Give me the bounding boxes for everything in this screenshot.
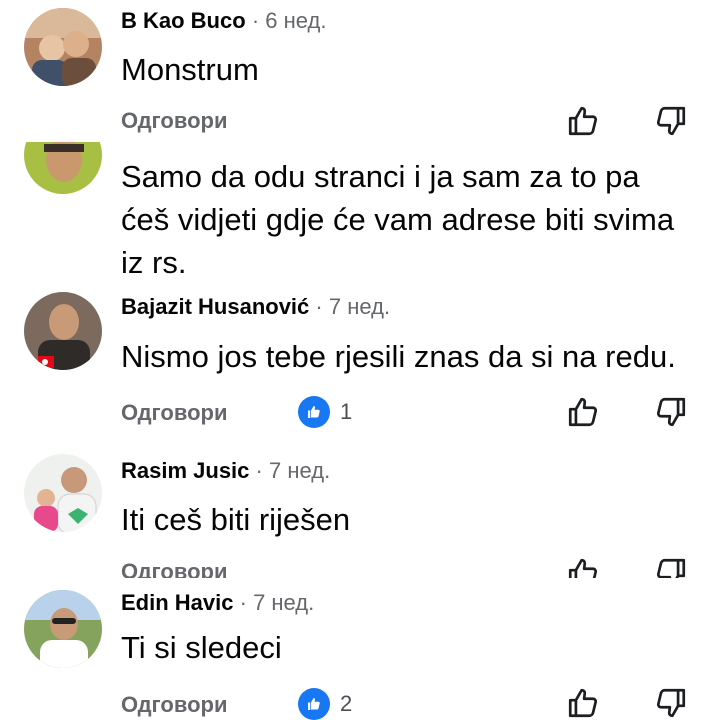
comment-text: Monstrum [121, 52, 259, 87]
like-badge-icon [298, 396, 330, 428]
avatar[interactable] [24, 142, 102, 194]
thumbs-down-icon[interactable] [654, 556, 688, 578]
avatar-photo [24, 142, 102, 194]
comment-text: Ti si sledeci [121, 630, 282, 665]
separator-dot: · [315, 294, 323, 319]
avatar-photo [24, 590, 102, 668]
comment-author[interactable]: Bajazit Husanović · 7 нед. [121, 294, 390, 320]
comment-text: Iti ceš biti riješen [121, 502, 351, 537]
separator-dot: · [255, 458, 263, 483]
reaction-summary[interactable]: 1 [298, 395, 352, 429]
thumbs-up-icon[interactable] [566, 556, 600, 578]
comment-4: Rasim Jusic · 7 нед. Iti ceš biti riješe… [0, 442, 720, 578]
comment-time[interactable]: 6 нед. [265, 8, 326, 33]
reaction-count: 1 [340, 399, 353, 424]
comment-1: B Kao Buco · 6 нед. Monstrum Одговори [0, 0, 720, 142]
comment-2: Samo da odu stranci i ja sam za to pa će… [0, 142, 720, 282]
reaction-summary[interactable]: 2 [298, 687, 352, 720]
comment-time[interactable]: 7 нед. [329, 294, 390, 319]
reply-button[interactable]: Одговори [121, 559, 227, 578]
reply-button[interactable]: Одговори [121, 108, 227, 134]
avatar[interactable] [24, 590, 102, 668]
comment-author[interactable]: Rasim Jusic · 7 нед. [121, 458, 330, 484]
avatar-photo [24, 454, 102, 532]
separator-dot: · [251, 8, 260, 33]
avatar[interactable] [24, 292, 102, 370]
comment-3: Bajazit Husanović · 7 нед. Nismo jos teb… [0, 282, 720, 442]
comment-text: Nismo jos tebe rjesili znas da si na red… [121, 339, 676, 374]
reaction-count: 2 [340, 691, 353, 716]
reply-button[interactable]: Одговори [121, 692, 227, 718]
separator-dot: · [239, 590, 247, 615]
comment-5: Edin Havic · 7 нед. Ti si sledeci Одгово… [0, 578, 720, 720]
avatar-photo [24, 292, 102, 370]
thumbs-down-icon[interactable] [654, 395, 688, 429]
avatar[interactable] [24, 454, 102, 532]
avatar[interactable] [24, 8, 102, 86]
comment-author[interactable]: B Kao Buco · 6 нед. [121, 8, 326, 34]
comment-time[interactable]: 7 нед. [253, 590, 314, 615]
comment-text: Samo da odu stranci i ja sam za to pa će… [121, 159, 675, 280]
comment-time[interactable]: 7 нед. [269, 458, 330, 483]
thumbs-down-icon[interactable] [654, 104, 688, 138]
avatar-photo [24, 8, 102, 86]
thumbs-up-icon[interactable] [566, 686, 600, 720]
reply-button[interactable]: Одговори [121, 400, 227, 426]
thumbs-up-icon[interactable] [566, 104, 600, 138]
like-badge-icon [298, 688, 330, 720]
thumbs-down-icon[interactable] [654, 686, 688, 720]
thumbs-up-icon[interactable] [566, 395, 600, 429]
comment-author[interactable]: Edin Havic · 7 нед. [121, 590, 314, 616]
